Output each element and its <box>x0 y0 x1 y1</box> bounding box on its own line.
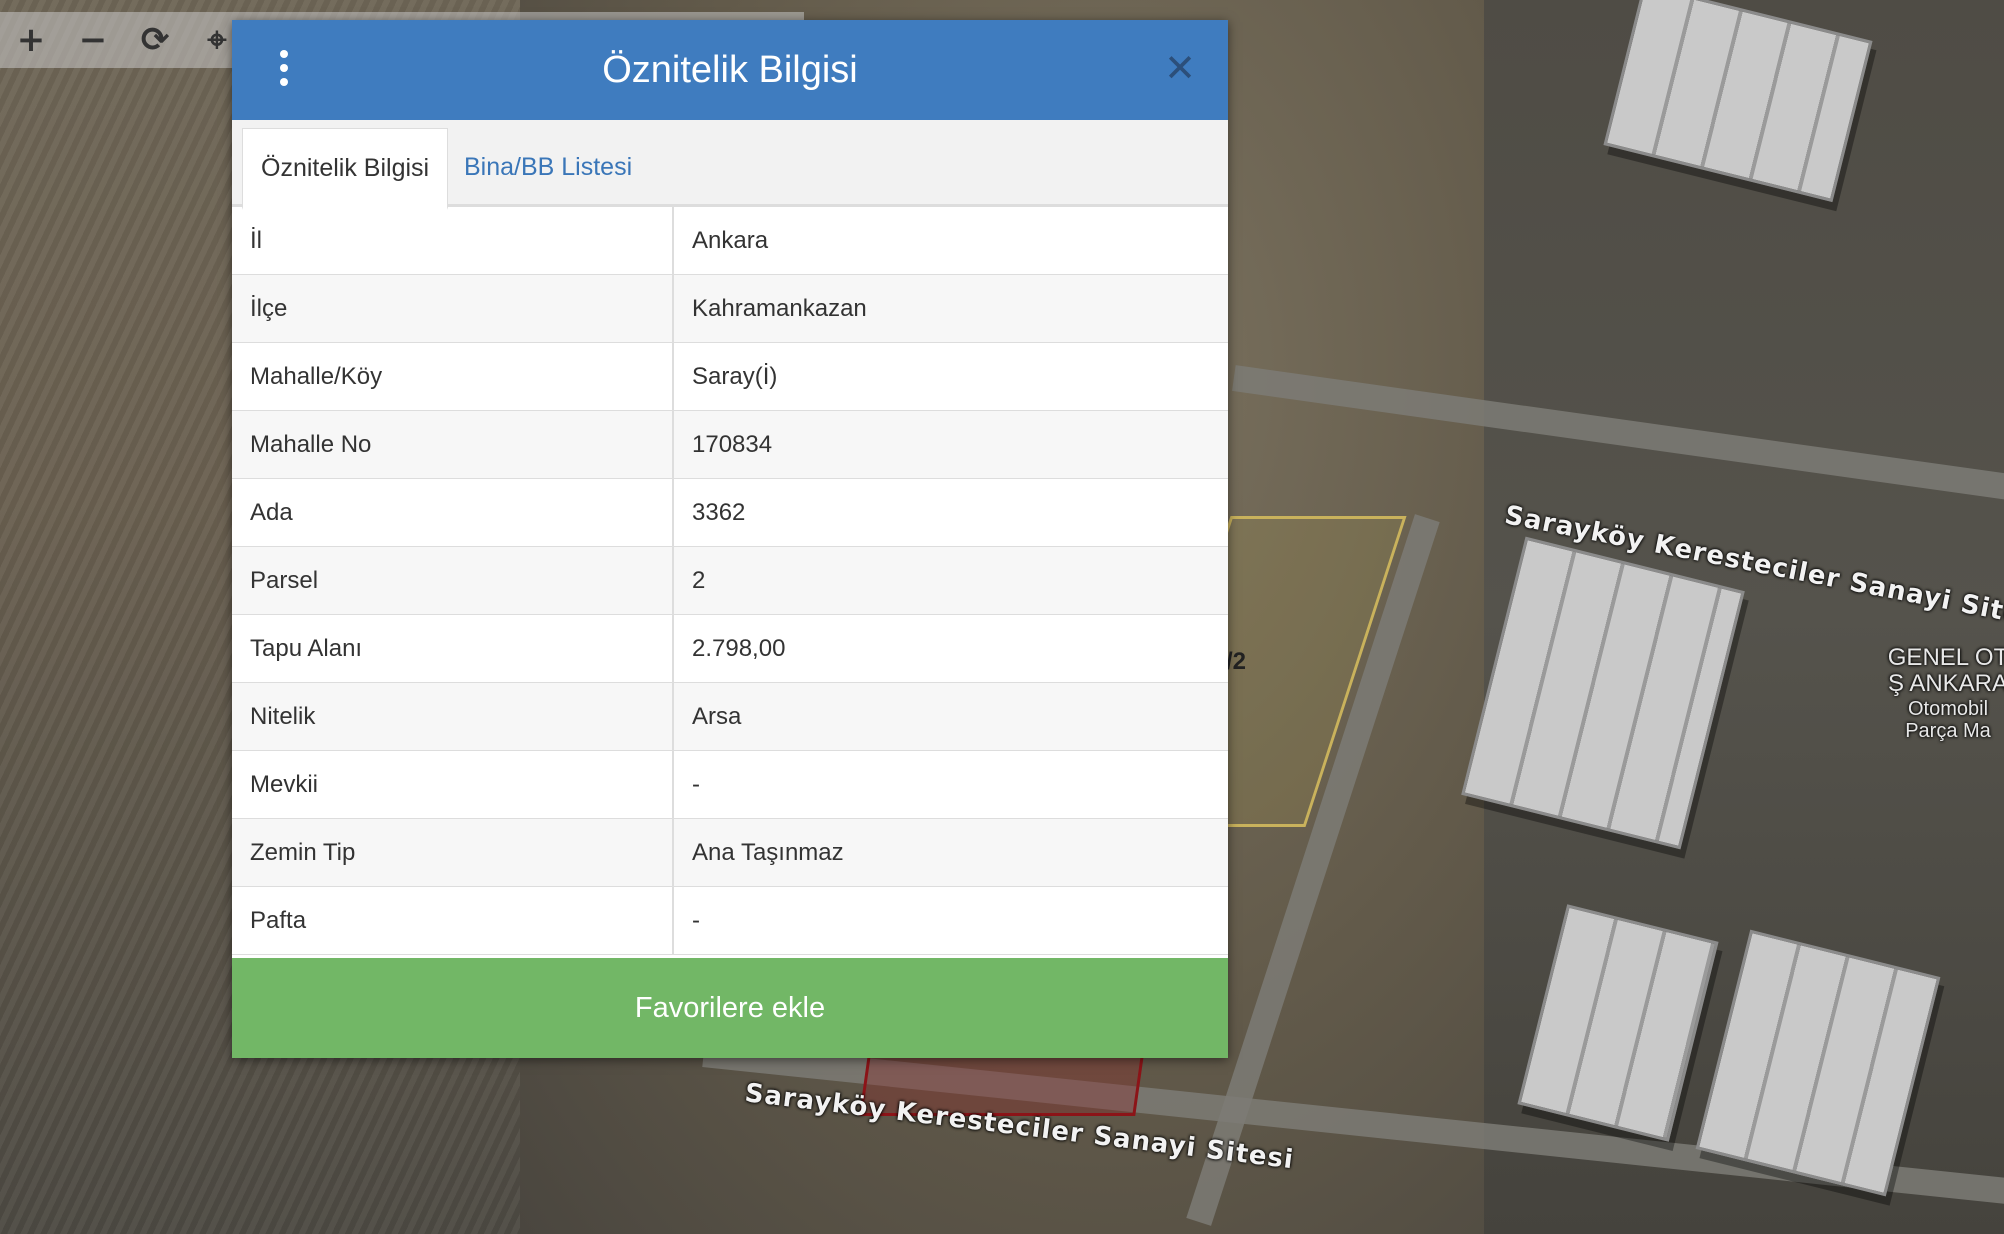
attribute-info-dialog: Öznitelik Bilgisi ✕ Öznitelik Bilgisi Bi… <box>232 20 1228 1058</box>
attribute-key: Tapu Alanı <box>232 614 674 683</box>
table-row: Ada 3362 <box>232 478 1228 547</box>
attribute-value: 2.798,00 <box>673 614 1228 683</box>
refresh-button[interactable]: ⟳ <box>124 12 186 68</box>
table-row: Mahalle/Köy Saray(İ) <box>232 342 1228 411</box>
attribute-value: - <box>673 886 1228 955</box>
attribute-value: Arsa <box>673 682 1228 751</box>
place-label-line: Otomobil <box>1907 697 1989 720</box>
attribute-key: İlçe <box>232 274 674 343</box>
add-to-favorites-button[interactable]: Favorilere ekle <box>232 958 1228 1058</box>
attribute-table: İl Ankara İlçe Kahramankazan Mahalle/Köy Sara… <box>232 207 1228 955</box>
attribute-value: - <box>673 750 1228 819</box>
attribute-value: 170834 <box>673 410 1228 479</box>
place-label-line: Parça Ma <box>1905 719 1991 742</box>
zoom-in-button[interactable]: + <box>0 12 62 68</box>
attribute-value: 2 <box>673 546 1228 615</box>
table-row: Parsel 2 <box>232 546 1228 615</box>
attribute-key: Mahalle No <box>232 410 674 479</box>
attribute-key: Mahalle/Köy <box>232 342 674 411</box>
dialog-header: Öznitelik Bilgisi ✕ <box>232 20 1228 120</box>
table-row: Mahalle No 170834 <box>232 410 1228 479</box>
attribute-value: Saray(İ) <box>673 342 1228 411</box>
close-icon[interactable]: ✕ <box>1160 48 1200 88</box>
table-row: Nitelik Arsa <box>232 682 1228 751</box>
table-row: Tapu Alanı 2.798,00 <box>232 614 1228 683</box>
attribute-key: Parsel <box>232 546 674 615</box>
attribute-key: İl <box>232 207 674 275</box>
attribute-key: Ada <box>232 478 674 547</box>
table-row: İl Ankara <box>232 207 1228 275</box>
dialog-tabs: Öznitelik Bilgisi Bina/BB Listesi <box>232 120 1228 210</box>
table-row: Pafta - <box>232 886 1228 955</box>
tab-building-list[interactable]: Bina/BB Listesi <box>446 128 650 206</box>
attribute-value: Ankara <box>673 207 1228 275</box>
table-row: Zemin Tip Ana Taşınmaz <box>232 818 1228 887</box>
attribute-value: 3362 <box>673 478 1228 547</box>
zoom-out-button[interactable]: − <box>62 12 124 68</box>
table-row: İlçe Kahramankazan <box>232 274 1228 343</box>
attribute-key: Pafta <box>232 886 674 955</box>
attribute-value: Ana Taşınmaz <box>673 818 1228 887</box>
attribute-value: Kahramankazan <box>673 274 1228 343</box>
tab-attribute-info[interactable]: Öznitelik Bilgisi <box>242 128 449 210</box>
place-label-line: GENEL OT <box>1887 644 2004 671</box>
parcel-number-label: /2 <box>1226 648 1247 675</box>
dialog-title: Öznitelik Bilgisi <box>602 49 858 91</box>
place-label-line: Ş ANKARA <box>1887 670 2004 698</box>
attribute-key: Mevkii <box>232 750 674 819</box>
place-label: GENEL OT Ş ANKARA Otomobil Parça Ma <box>1858 644 2004 742</box>
attribute-key: Nitelik <box>232 682 674 751</box>
attribute-key: Zemin Tip <box>232 818 674 887</box>
table-row: Mevkii - <box>232 750 1228 819</box>
